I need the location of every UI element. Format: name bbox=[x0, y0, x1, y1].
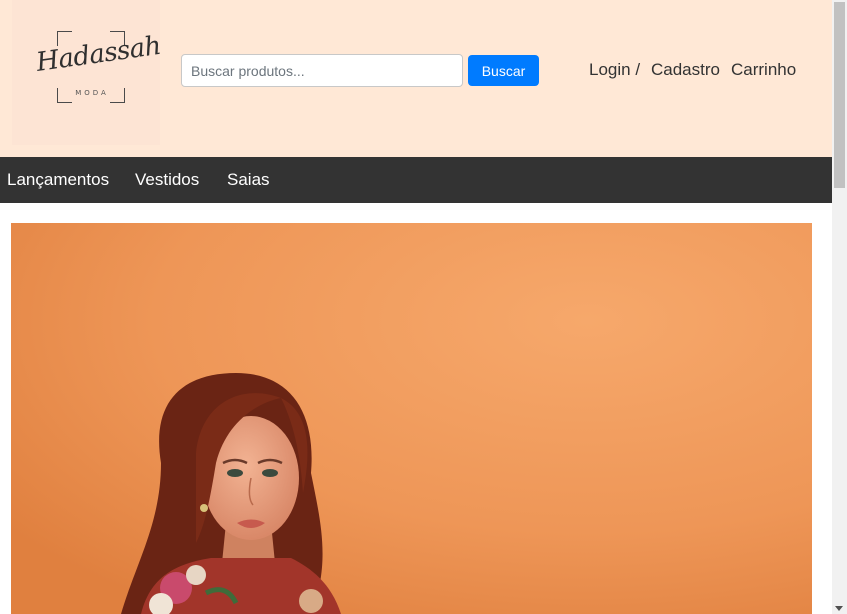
header: Hadassah MODA Buscar Login / Cadastro Ca… bbox=[0, 0, 832, 157]
nav-item-lancamentos[interactable]: Lançamentos bbox=[7, 170, 109, 190]
page: Hadassah MODA Buscar Login / Cadastro Ca… bbox=[0, 0, 832, 614]
nav-item-vestidos[interactable]: Vestidos bbox=[135, 170, 199, 190]
login-link[interactable]: Login / bbox=[589, 60, 640, 80]
logo[interactable]: Hadassah MODA bbox=[12, 0, 163, 145]
logo-sub-text: MODA bbox=[75, 89, 109, 97]
search-button[interactable]: Buscar bbox=[468, 55, 539, 86]
vertical-scrollbar[interactable] bbox=[832, 0, 847, 614]
hero-banner-image[interactable] bbox=[11, 223, 812, 614]
cadastro-link[interactable]: Cadastro bbox=[651, 60, 720, 80]
main-nav: Lançamentos Vestidos Saias bbox=[0, 157, 832, 203]
nav-item-saias[interactable]: Saias bbox=[227, 170, 270, 190]
scrollbar-thumb[interactable] bbox=[834, 2, 845, 188]
scroll-down-arrow-icon[interactable] bbox=[835, 606, 843, 611]
carrinho-link[interactable]: Carrinho bbox=[731, 60, 796, 80]
search-input[interactable] bbox=[181, 54, 463, 87]
